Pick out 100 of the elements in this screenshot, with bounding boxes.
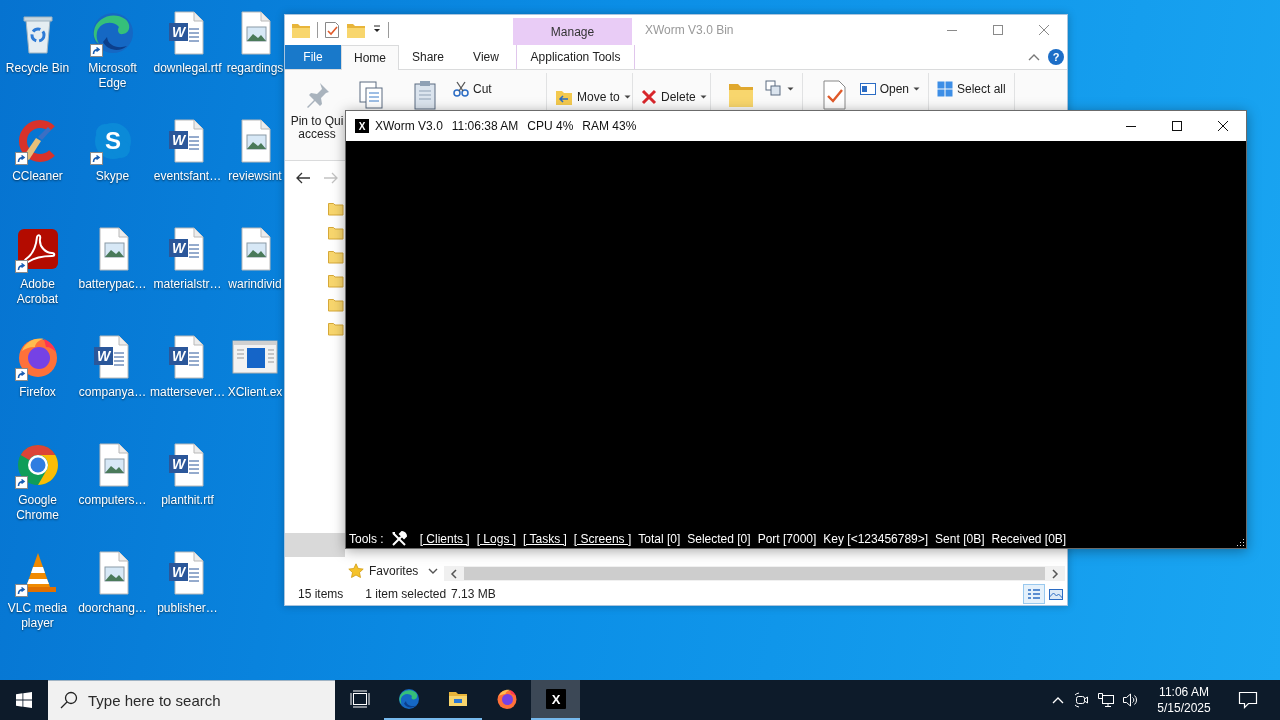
status-text: Total [0] bbox=[638, 531, 681, 546]
desktop-icon-label[interactable]: planthit.rtf bbox=[161, 493, 214, 508]
desktop-icon-label[interactable]: batterypac… bbox=[78, 277, 147, 292]
desktop-icon-label[interactable]: Recycle Bin bbox=[5, 61, 70, 76]
ribbon-tab[interactable]: View bbox=[457, 45, 515, 69]
tools-icon[interactable] bbox=[390, 530, 407, 547]
camera-icon bbox=[1074, 692, 1090, 708]
search-field[interactable]: Type here to search bbox=[48, 680, 335, 720]
desktop-icon-label[interactable]: XClient.ex bbox=[227, 385, 283, 400]
clock-text: 11:06:38 AM bbox=[451, 118, 519, 135]
scroll-right-icon[interactable] bbox=[1051, 568, 1059, 579]
volume-icon bbox=[1122, 692, 1138, 708]
desktop-icon-label[interactable]: downlegal.rtf bbox=[153, 61, 222, 76]
scroll-down-icon[interactable] bbox=[428, 567, 438, 575]
shortcut-arrow-icon bbox=[89, 152, 103, 165]
desktop-icon-label[interactable]: computers… bbox=[78, 493, 147, 508]
tools-label: Tools : bbox=[349, 531, 384, 546]
tools-link[interactable]: [ Tasks ] bbox=[523, 531, 567, 546]
close-icon bbox=[1218, 121, 1228, 131]
ribbon-button[interactable]: Select all bbox=[935, 78, 1008, 100]
window-title: XWorm V3.0 Bin bbox=[644, 22, 735, 39]
back-button[interactable] bbox=[295, 171, 311, 185]
desktop-icon-label[interactable]: Microsoft Edge bbox=[75, 61, 150, 91]
shortcut-arrow-icon bbox=[14, 368, 28, 381]
folder-icon bbox=[328, 322, 344, 336]
desktop-icon-label[interactable]: materialstr… bbox=[153, 277, 222, 292]
forward-arrow-icon bbox=[323, 171, 339, 185]
shortcut-arrow-icon bbox=[14, 476, 28, 489]
status-text: Key [<123456789>] bbox=[823, 531, 929, 546]
tools-link[interactable]: [ Clients ] bbox=[419, 531, 470, 546]
folder-icon bbox=[328, 298, 344, 312]
desktop-icon-label[interactable]: Google Chrome bbox=[0, 493, 75, 523]
ribbon-button[interactable]: Open bbox=[857, 78, 922, 100]
desktop-icon-label[interactable]: warindivid bbox=[228, 277, 282, 292]
new-item-icon bbox=[765, 80, 783, 98]
maximize-icon bbox=[1172, 121, 1182, 131]
scrollbar-thumb[interactable] bbox=[464, 567, 1045, 580]
close-icon bbox=[1039, 25, 1049, 35]
app-logo-icon: X bbox=[355, 119, 369, 133]
details-view-button[interactable] bbox=[1023, 584, 1045, 604]
windows-logo-icon bbox=[16, 692, 32, 708]
status-text: Sent [0B] bbox=[935, 531, 985, 546]
nav-pane-item[interactable]: Favorites bbox=[348, 563, 419, 579]
resize-grip-icon[interactable] bbox=[1235, 537, 1245, 547]
ram-usage-text: RAM 43% bbox=[582, 118, 637, 135]
collapse-ribbon-icon[interactable] bbox=[1028, 52, 1040, 62]
help-button[interactable]: ? bbox=[1048, 49, 1064, 65]
desktop-icon-label[interactable]: mattersever… bbox=[150, 385, 225, 400]
status-text: Received [0B] bbox=[991, 531, 1067, 546]
shortcut-arrow-icon bbox=[14, 260, 28, 273]
chevron-up-icon bbox=[1052, 696, 1064, 704]
scroll-left-icon[interactable] bbox=[450, 568, 458, 579]
maximize-icon bbox=[993, 25, 1003, 35]
desktop-icon-label[interactable]: publisher… bbox=[157, 601, 218, 616]
ribbon-button[interactable]: Pin to Qui access bbox=[289, 73, 345, 141]
desktop-icon-label[interactable]: regardings bbox=[226, 61, 284, 76]
notification-icon bbox=[1238, 691, 1258, 709]
select-all-icon bbox=[937, 81, 953, 97]
window-title: XWorm V3.0 bbox=[375, 118, 443, 135]
ribbon-button[interactable]: Cut bbox=[451, 78, 494, 100]
tools-link[interactable]: [ Screens ] bbox=[573, 531, 632, 546]
network-icon bbox=[1098, 692, 1114, 708]
details-view-icon bbox=[1026, 587, 1042, 601]
desktop-icon-label[interactable]: eventsfant… bbox=[153, 169, 222, 184]
folder-icon bbox=[328, 250, 344, 264]
back-arrow-icon bbox=[295, 171, 311, 185]
folder-icon bbox=[328, 274, 344, 288]
ribbon-button[interactable]: Delete bbox=[639, 86, 709, 108]
desktop-icon-label[interactable]: reviewsint bbox=[228, 169, 282, 184]
shortcut-arrow-icon bbox=[14, 152, 28, 165]
status-text: Selected [0] bbox=[687, 531, 751, 546]
browser-icon bbox=[496, 689, 517, 709]
properties-icon[interactable] bbox=[324, 21, 340, 39]
desktop-icon-label[interactable]: doorchang… bbox=[78, 601, 147, 616]
cpu-usage-text: CPU 4% bbox=[527, 118, 574, 135]
ribbon-button[interactable]: Move to bbox=[553, 86, 633, 108]
desktop-icon-label[interactable]: CCleaner bbox=[12, 169, 63, 184]
taskbar-app-button[interactable]: X bbox=[531, 680, 580, 720]
folder-icon bbox=[447, 689, 468, 709]
ribbon-tab[interactable]: Share bbox=[399, 45, 457, 69]
horizontal-scrollbar[interactable] bbox=[444, 566, 1065, 581]
desktop-icon-label[interactable]: Skype bbox=[95, 169, 130, 184]
desktop-icon-label[interactable]: Firefox bbox=[19, 385, 56, 400]
folder-icon bbox=[328, 202, 344, 216]
desktop-icon-label[interactable]: Adobe Acrobat bbox=[0, 277, 75, 307]
delete-icon bbox=[641, 89, 657, 105]
shortcut-arrow-icon bbox=[14, 584, 28, 597]
context-tab-group-header: Manage bbox=[513, 18, 632, 45]
desktop-icon-label[interactable]: VLC media player bbox=[0, 601, 75, 631]
status-text: 1 item selected bbox=[365, 587, 447, 601]
open-icon bbox=[859, 81, 876, 97]
ribbon-tab[interactable]: Home bbox=[341, 45, 399, 70]
ribbon-tab[interactable]: File bbox=[285, 45, 341, 69]
browser-icon bbox=[398, 689, 419, 709]
tools-link[interactable]: [ Logs ] bbox=[476, 531, 517, 546]
folder-icon bbox=[328, 226, 344, 240]
folder-arrow-icon bbox=[555, 88, 573, 106]
status-text: 15 items bbox=[298, 587, 344, 601]
desktop-icon-label[interactable]: companya… bbox=[78, 385, 147, 400]
clock-button[interactable]: 11:06 AM 5/15/2025 bbox=[1142, 680, 1226, 720]
